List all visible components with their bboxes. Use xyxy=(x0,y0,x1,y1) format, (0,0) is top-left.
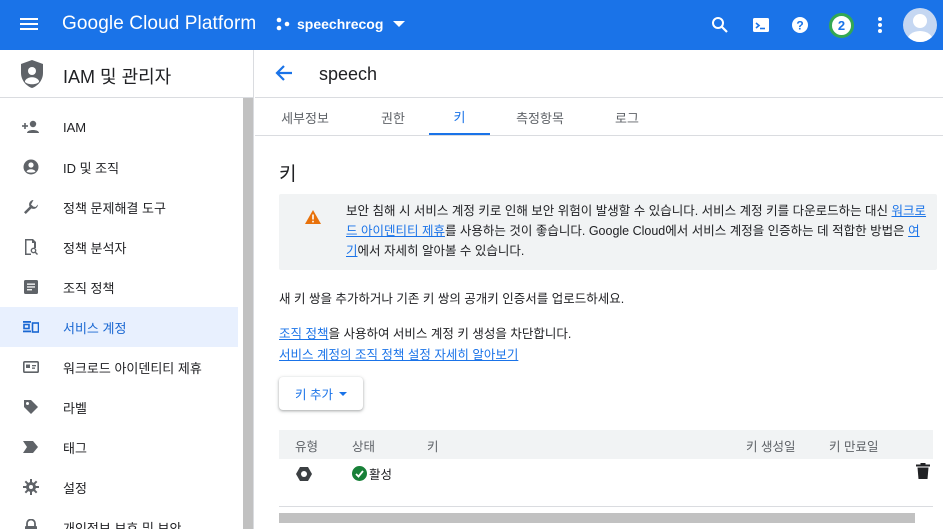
document-search-icon xyxy=(22,238,40,256)
hexagon-key-icon xyxy=(296,467,312,481)
column-header[interactable]: 키 xyxy=(427,436,439,455)
terminal-icon[interactable] xyxy=(750,14,772,36)
sidebar-item-label: IAM xyxy=(63,119,87,135)
id-card-icon xyxy=(22,358,40,376)
tab-keys[interactable]: 키 xyxy=(429,99,490,135)
sidebar-item-identity[interactable]: ID 및 조직 xyxy=(0,147,238,187)
tag-arrow-icon xyxy=(22,438,40,456)
sidebar: IAM 및 관리자 IAM ID 및 조직 정책 문제해결 도구 정책 분석자 … xyxy=(0,50,254,529)
alert-text-part: 를 사용하는 것이 좋습니다. Google Cloud에서 서비스 계정을 인… xyxy=(444,224,909,238)
table-header: 유형 상태 키 키 생성일 키 만료일 xyxy=(279,430,933,459)
sidebar-header: IAM 및 관리자 xyxy=(0,50,253,98)
gear-icon xyxy=(22,478,40,496)
org-policy-link[interactable]: 조직 정책 xyxy=(279,327,328,341)
sidebar-item-iam[interactable]: IAM xyxy=(0,107,238,147)
warning-alert: 보안 침해 시 서비스 계정 키로 인해 보안 위험이 발생할 수 있습니다. … xyxy=(279,194,937,270)
section-title: 키 xyxy=(279,164,297,185)
sidebar-item-label: 조직 정책 xyxy=(63,280,115,296)
sidebar-item-privacy[interactable]: 개인정보 보호 및 보안 xyxy=(0,507,238,529)
tab-details[interactable]: 세부정보 xyxy=(279,99,331,135)
sidebar-item-label: ID 및 조직 xyxy=(63,160,120,176)
project-dots-icon xyxy=(276,17,290,31)
list-doc-icon xyxy=(22,278,40,296)
avatar[interactable] xyxy=(903,8,937,42)
sidebar-item-analyzer[interactable]: 정책 분석자 xyxy=(0,227,238,267)
sidebar-item-label: 워크로드 아이덴티티 제휴 xyxy=(63,360,202,376)
intro-text: 새 키 쌍을 추가하거나 기존 키 쌍의 공개키 인증서를 업로드하세요. xyxy=(279,292,625,306)
column-header[interactable]: 키 만료일 xyxy=(829,436,878,455)
sidebar-item-org-policies[interactable]: 조직 정책 xyxy=(0,267,238,307)
column-header[interactable]: 키 생성일 xyxy=(746,436,795,455)
sidebar-item-labels[interactable]: 라벨 xyxy=(0,387,238,427)
arrow-back-icon[interactable] xyxy=(273,62,295,84)
policy-learn-more-link[interactable]: 서비스 계정의 조직 정책 설정 자세히 알아보기 xyxy=(279,348,518,362)
delete-icon[interactable] xyxy=(916,463,930,479)
sidebar-item-label: 설정 xyxy=(63,480,87,496)
sidebar-item-label: 정책 분석자 xyxy=(63,240,127,256)
top-app-bar: Google Cloud Platform speechrecog ? 2 xyxy=(0,0,943,50)
sidebar-item-workload-identity[interactable]: 워크로드 아이덴티티 제휴 xyxy=(0,347,238,387)
more-vert-icon[interactable] xyxy=(869,14,891,36)
policy-description: 을 사용하여 서비스 계정 키 생성을 차단합니다. xyxy=(328,327,572,341)
page-title: speech xyxy=(319,64,378,84)
alert-text-part: 보안 침해 시 서비스 계정 키로 인해 보안 위험이 발생할 수 있습니다. … xyxy=(346,204,892,218)
wrench-icon xyxy=(22,198,40,216)
alert-text: 보안 침해 시 서비스 계정 키로 인해 보안 위험이 발생할 수 있습니다. … xyxy=(346,201,931,261)
chevron-down-icon xyxy=(338,391,347,396)
menu-icon[interactable] xyxy=(20,15,40,35)
service-account-icon xyxy=(22,318,40,336)
project-selector[interactable]: speechrecog xyxy=(276,16,406,32)
brand-title[interactable]: Google Cloud Platform xyxy=(62,13,256,35)
policy-text: 조직 정책을 사용하여 서비스 계정 키 생성을 차단합니다. xyxy=(279,323,571,342)
sidebar-item-tags[interactable]: 태그 xyxy=(0,427,238,467)
main-header: speech xyxy=(255,50,943,98)
add-key-button[interactable]: 키 추가 xyxy=(279,377,363,410)
sidebar-item-label: 정책 문제해결 도구 xyxy=(63,200,166,216)
add-key-label: 키 추가 xyxy=(295,388,333,402)
column-header[interactable]: 상태 xyxy=(352,436,375,455)
column-header[interactable]: 유형 xyxy=(295,436,318,455)
sidebar-title: IAM 및 관리자 xyxy=(63,67,172,87)
search-icon[interactable] xyxy=(709,14,731,36)
help-icon[interactable]: ? xyxy=(789,14,811,36)
sidebar-item-label: 서비스 계정 xyxy=(63,320,127,336)
chevron-down-icon xyxy=(393,21,406,27)
sidebar-item-settings[interactable]: 설정 xyxy=(0,467,238,507)
shield-icon xyxy=(21,60,43,88)
sidebar-scrollbar[interactable] xyxy=(243,98,253,529)
tab-permissions[interactable]: 권한 xyxy=(371,99,415,135)
tab-bar: 세부정보 권한 키 측정항목 로그 xyxy=(255,99,943,136)
sidebar-item-label: 라벨 xyxy=(63,400,87,416)
check-circle-icon xyxy=(352,466,367,481)
sidebar-item-label: 태그 xyxy=(63,440,87,456)
label-icon xyxy=(22,398,40,416)
notification-badge[interactable]: 2 xyxy=(829,13,854,38)
warning-icon xyxy=(305,210,321,224)
sidebar-item-troubleshooter[interactable]: 정책 문제해결 도구 xyxy=(0,187,238,227)
sidebar-item-service-accounts[interactable]: 서비스 계정 xyxy=(0,307,238,347)
alert-text-part: 에서 자세히 알아볼 수 있습니다. xyxy=(357,244,525,258)
svg-text:?: ? xyxy=(796,19,803,33)
horizontal-scrollbar[interactable] xyxy=(279,513,915,523)
lock-icon xyxy=(22,518,40,529)
table-row: 활성 xyxy=(279,459,933,507)
sidebar-nav: IAM ID 및 조직 정책 문제해결 도구 정책 분석자 조직 정책 서비스 … xyxy=(0,107,238,529)
main-content: speech 세부정보 권한 키 측정항목 로그 키 보안 침해 시 서비스 계… xyxy=(255,50,943,529)
project-name: speechrecog xyxy=(297,16,384,32)
tab-logs[interactable]: 로그 xyxy=(609,99,645,135)
keys-table: 유형 상태 키 키 생성일 키 만료일 활성 xyxy=(279,430,933,507)
tab-metrics[interactable]: 측정항목 xyxy=(509,99,571,135)
status-text: 활성 xyxy=(369,468,393,482)
policy-learn-more: 서비스 계정의 조직 정책 설정 자세히 알아보기 xyxy=(279,344,518,363)
status-badge: 활성 xyxy=(352,464,392,483)
person-add-icon xyxy=(22,118,40,136)
sidebar-item-label: 개인정보 보호 및 보안 xyxy=(63,520,182,529)
account-circle-icon xyxy=(22,158,40,176)
